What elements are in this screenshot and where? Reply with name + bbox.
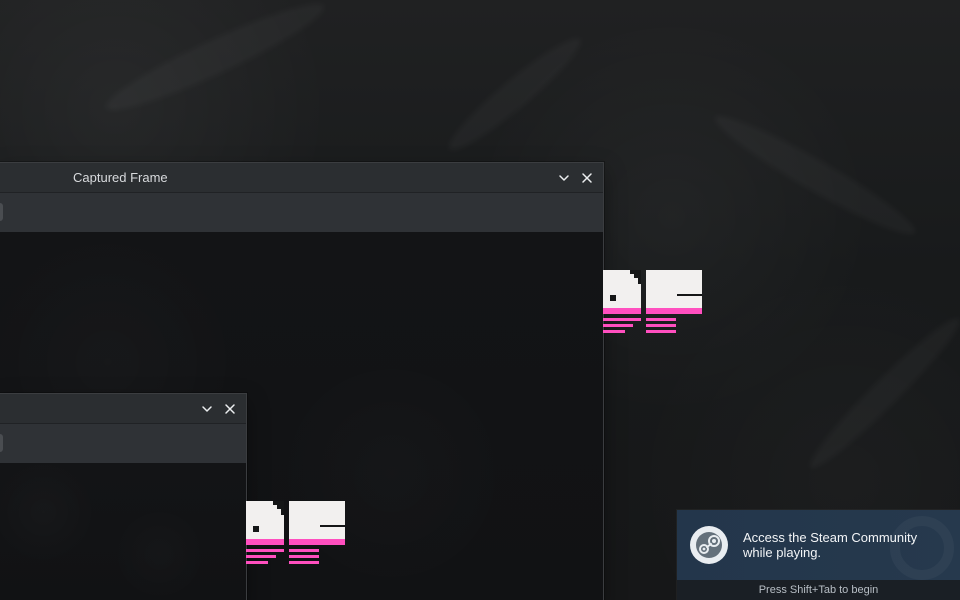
toolbar-edge-control[interactable]	[0, 434, 3, 452]
steam-notification[interactable]: Access the Steam Community while playing…	[677, 510, 960, 600]
captured-frame-canvas	[0, 463, 246, 600]
window-titlebar[interactable]	[0, 394, 246, 424]
background-brushstroke	[441, 29, 589, 160]
toolbar-edge-control[interactable]	[0, 203, 3, 221]
desktop-background: Captured Frame Access the Steam Communit…	[0, 0, 960, 600]
background-brushstroke	[99, 0, 331, 123]
window-titlebar[interactable]: Captured Frame	[0, 163, 603, 193]
steam-notification-hint: Press Shift+Tab to begin	[677, 580, 960, 600]
background-brushstroke	[802, 310, 960, 477]
steam-notification-message: Access the Steam Community while playing…	[743, 530, 918, 560]
close-icon[interactable]	[577, 168, 597, 188]
close-icon[interactable]	[220, 399, 240, 419]
window-controls	[554, 168, 597, 188]
window-toolbar	[0, 193, 603, 233]
window-controls	[197, 399, 240, 419]
steam-icon	[690, 526, 728, 564]
chevron-down-icon[interactable]	[197, 399, 217, 419]
background-brushstroke	[708, 105, 922, 246]
pixel-logo-graphic	[603, 270, 702, 333]
captured-frame-secondary-window[interactable]	[0, 393, 247, 600]
chevron-down-icon[interactable]	[554, 168, 574, 188]
pixel-logo-graphic	[246, 501, 345, 564]
window-title: Captured Frame	[73, 170, 168, 185]
window-toolbar	[0, 424, 246, 464]
steam-notification-body[interactable]: Access the Steam Community while playing…	[677, 510, 960, 580]
